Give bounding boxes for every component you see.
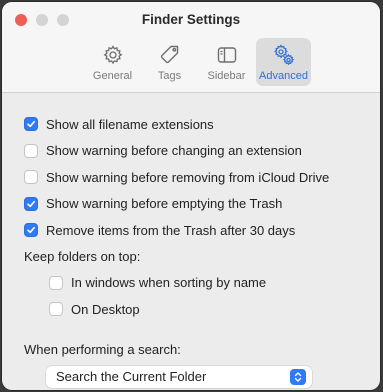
select-chevron — [290, 368, 306, 385]
option-label: Show warning before emptying the Trash — [46, 196, 283, 212]
option-folders-top-windows[interactable]: In windows when sorting by name — [24, 270, 380, 297]
search-scope-value: Search the Current Folder — [56, 369, 207, 384]
option-folders-top-desktop[interactable]: On Desktop — [24, 296, 380, 323]
option-warn-changing-extension[interactable]: Show warning before changing an extensio… — [24, 138, 380, 165]
option-warn-emptying-trash[interactable]: Show warning before emptying the Trash — [24, 191, 380, 218]
search-scope-select[interactable]: Search the Current Folder — [46, 365, 312, 388]
settings-content: Show all filename extensions Show warnin… — [2, 93, 380, 388]
tab-general[interactable]: General — [85, 38, 140, 86]
checkbox-unchecked[interactable] — [24, 170, 38, 185]
search-heading: When performing a search: — [24, 342, 181, 357]
tab-tags-label: Tags — [157, 70, 182, 82]
option-label: Show warning before removing from iCloud… — [46, 169, 330, 185]
checkmark-icon — [27, 227, 35, 234]
checkbox-unchecked[interactable] — [24, 143, 38, 158]
tab-sidebar-label: Sidebar — [207, 70, 246, 82]
chevron-up-down-icon — [294, 371, 302, 382]
gears-icon — [273, 44, 294, 66]
titlebar: Finder Settings General Tags Sidebar Adv… — [2, 2, 380, 93]
checkbox-unchecked[interactable] — [49, 275, 63, 290]
tab-tags[interactable]: Tags — [142, 38, 197, 86]
tab-sidebar[interactable]: Sidebar — [199, 38, 254, 86]
tab-advanced-label: Advanced — [259, 70, 308, 82]
window-title: Finder Settings — [141, 12, 241, 27]
option-label: Remove items from the Trash after 30 day… — [46, 222, 296, 238]
checkmark-icon — [27, 200, 35, 207]
folders-on-top-heading: Keep folders on top: — [24, 249, 141, 264]
checkmark-icon — [27, 121, 35, 128]
option-remove-trash-30-days[interactable]: Remove items from the Trash after 30 day… — [24, 217, 380, 244]
option-label: Show all filename extensions — [46, 116, 214, 132]
checkbox-checked[interactable] — [24, 117, 38, 132]
tab-advanced[interactable]: Advanced — [256, 38, 311, 86]
option-warn-removing-icloud[interactable]: Show warning before removing from iCloud… — [24, 164, 380, 191]
settings-tabs: General Tags Sidebar Advanced — [85, 38, 313, 86]
gear-icon — [102, 45, 123, 65]
sidebar-icon — [217, 47, 236, 63]
finder-settings-window: Finder Settings General Tags Sidebar Adv… — [2, 2, 380, 390]
option-label: On Desktop — [71, 301, 140, 317]
option-show-filename-extensions[interactable]: Show all filename extensions — [24, 111, 380, 138]
checkbox-unchecked[interactable] — [49, 302, 63, 317]
option-label: In windows when sorting by name — [71, 275, 267, 291]
tag-icon — [160, 45, 178, 64]
checkbox-checked[interactable] — [24, 196, 38, 211]
checkbox-checked[interactable] — [24, 223, 38, 238]
tab-general-label: General — [92, 70, 133, 82]
option-label: Show warning before changing an extensio… — [46, 143, 302, 159]
